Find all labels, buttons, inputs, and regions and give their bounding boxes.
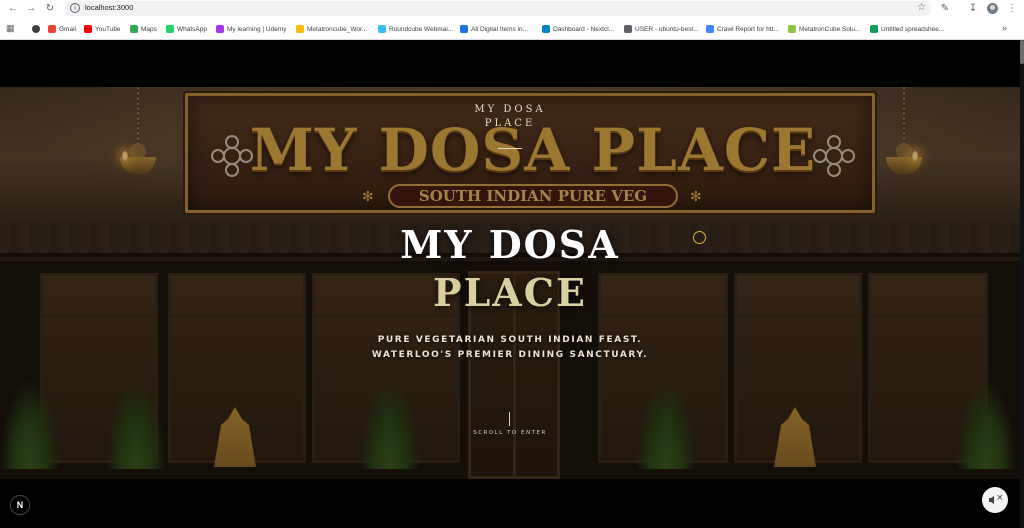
bookmark-item[interactable]: Metatroncube_Wor... xyxy=(296,23,367,35)
bookmarks-bar: ▦ Gmail YouTube Maps WhatsApp My learnin… xyxy=(0,19,1024,39)
speaker-muted-icon xyxy=(989,496,994,504)
bookmark-globe-icon[interactable] xyxy=(32,23,40,35)
logo-line-1: MY DOSA xyxy=(474,104,546,115)
extensions-icon[interactable]: ✎ xyxy=(938,2,952,16)
hero-title-line-1: MY DOSA xyxy=(400,222,620,267)
bookmark-item[interactable]: MetatronCube Solu... xyxy=(788,23,860,35)
bookmark-favicon xyxy=(84,25,92,33)
bookmark-favicon xyxy=(130,25,138,33)
bookmark-item[interactable]: All Digital Items in... xyxy=(460,23,528,35)
bookmark-favicon xyxy=(706,25,714,33)
page-viewport: MY DOSA PLACE ✻ SOUTH INDIAN PURE VEG ✻ … xyxy=(0,40,1024,528)
bookmark-item[interactable]: My learning | Udemy xyxy=(216,23,287,35)
browser-chrome: ← → ↻ i localhost:3000 ☆ ✎ ↧ ⋮ ▦ Gmail Y… xyxy=(0,0,1024,40)
mute-x-icon: × xyxy=(996,493,1004,503)
bookmark-favicon xyxy=(378,25,386,33)
bookmark-item[interactable]: Maps xyxy=(130,23,157,35)
scroll-hint[interactable]: SCROLL TO ENTER xyxy=(0,430,1020,436)
site-logo[interactable]: MY DOSA PLACE xyxy=(0,103,1020,131)
reload-icon[interactable]: ↻ xyxy=(43,2,57,16)
back-arrow-icon[interactable]: ← xyxy=(6,2,20,16)
bookmark-item[interactable]: Crawl Report for htt... xyxy=(706,23,779,35)
bookmark-star-icon[interactable]: ☆ xyxy=(917,2,926,13)
custom-cursor-ring xyxy=(693,231,706,244)
bookmark-favicon xyxy=(870,25,878,33)
address-bar[interactable]: i localhost:3000 ☆ xyxy=(64,1,932,16)
browser-toolbar: ← → ↻ i localhost:3000 ☆ ✎ ↧ ⋮ xyxy=(0,0,1024,18)
logo-divider xyxy=(498,148,522,149)
bookmark-item[interactable]: YouTube xyxy=(84,23,121,35)
bookmark-item[interactable]: Gmail xyxy=(48,23,76,35)
forward-arrow-icon[interactable]: → xyxy=(24,2,38,16)
apps-grid-icon[interactable]: ▦ xyxy=(6,24,15,33)
bookmarks-overflow-icon[interactable]: » xyxy=(1002,23,1007,33)
tagline-line-1: PURE VEGETARIAN SOUTH INDIAN FEAST. xyxy=(377,335,643,345)
menu-kebab-icon[interactable]: ⋮ xyxy=(1005,2,1019,16)
bookmark-favicon xyxy=(542,25,550,33)
hero-tagline: PURE VEGETARIAN SOUTH INDIAN FEAST. WATE… xyxy=(0,333,1020,363)
mute-toggle-button[interactable]: × xyxy=(982,487,1008,513)
download-icon[interactable]: ↧ xyxy=(966,2,980,16)
scroll-indicator-line xyxy=(509,412,510,426)
bookmark-favicon xyxy=(296,25,304,33)
bookmark-item[interactable]: WhatsApp xyxy=(166,23,207,35)
bookmark-item[interactable]: USER - ubuntu-best... xyxy=(624,23,699,35)
nextjs-dev-badge[interactable]: N xyxy=(10,495,30,515)
bookmark-favicon xyxy=(788,25,796,33)
logo-line-2: PLACE xyxy=(484,118,536,129)
scrollbar-thumb[interactable] xyxy=(1020,40,1024,64)
bookmark-favicon xyxy=(624,25,632,33)
bookmark-favicon xyxy=(48,25,56,33)
profile-avatar[interactable] xyxy=(987,3,998,14)
bookmark-favicon xyxy=(460,25,468,33)
page-scrollbar[interactable] xyxy=(1020,40,1024,528)
tagline-line-2: WATERLOO'S PREMIER DINING SANCTUARY. xyxy=(371,350,649,360)
bookmark-item[interactable]: Dashboard - Nextcl... xyxy=(542,23,614,35)
hero-title-line-2: PLACE xyxy=(433,270,587,315)
address-url[interactable]: localhost:3000 xyxy=(85,3,133,12)
bookmark-item[interactable]: Roundcube Webmai... xyxy=(378,23,453,35)
bookmark-favicon xyxy=(166,25,174,33)
site-info-icon[interactable]: i xyxy=(70,3,80,13)
bookmark-item[interactable]: Untitled spreadshee... xyxy=(870,23,944,35)
bookmark-favicon xyxy=(216,25,224,33)
